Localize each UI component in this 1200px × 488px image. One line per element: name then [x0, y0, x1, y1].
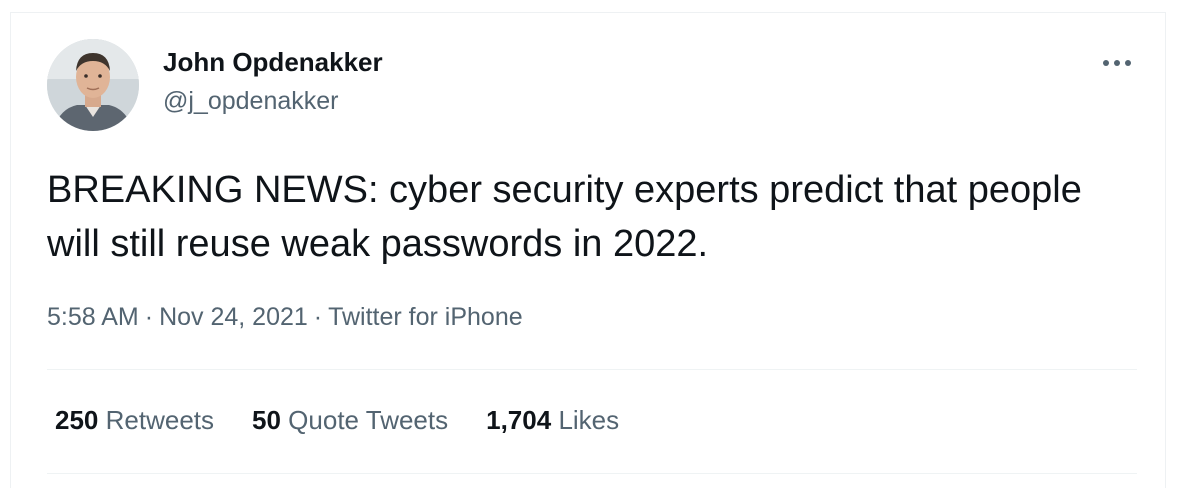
- author-handle[interactable]: @j_opdenakker: [163, 87, 339, 116]
- more-horizontal-icon: [1103, 60, 1131, 66]
- retweets-label: Retweets: [105, 405, 215, 435]
- meta-separator: ·: [144, 303, 154, 331]
- quote-tweets-label: Quote Tweets: [288, 405, 449, 435]
- more-button[interactable]: [1097, 51, 1137, 75]
- tweet-text: BREAKING NEWS: cyber security experts pr…: [47, 169, 1082, 265]
- meta-separator: ·: [313, 303, 323, 331]
- retweets-stat[interactable]: 250 Retweets: [55, 405, 214, 436]
- likes-count: 1,704: [486, 405, 552, 435]
- tweet-date[interactable]: Nov 24, 2021: [159, 303, 308, 331]
- divider: [47, 473, 1137, 474]
- tweet-card: John Opdenakker @j_opdenakker BREAKING N…: [10, 12, 1166, 488]
- tweet-source[interactable]: Twitter for iPhone: [328, 303, 523, 331]
- tweet-meta: 5:58 AM · Nov 24, 2021 · Twitter for iPhone: [47, 303, 523, 332]
- quote-tweets-count: 50: [252, 405, 281, 435]
- likes-stat[interactable]: 1,704 Likes: [486, 405, 619, 436]
- author-name[interactable]: John Opdenakker: [163, 47, 383, 78]
- divider: [47, 369, 1137, 370]
- retweets-count: 250: [55, 405, 99, 435]
- quote-tweets-stat[interactable]: 50 Quote Tweets: [252, 405, 448, 436]
- tweet-time[interactable]: 5:58 AM: [47, 303, 139, 331]
- avatar[interactable]: [47, 39, 139, 131]
- likes-label: Likes: [558, 405, 620, 435]
- tweet-stats: 250 Retweets 50 Quote Tweets 1,704 Likes: [55, 405, 619, 436]
